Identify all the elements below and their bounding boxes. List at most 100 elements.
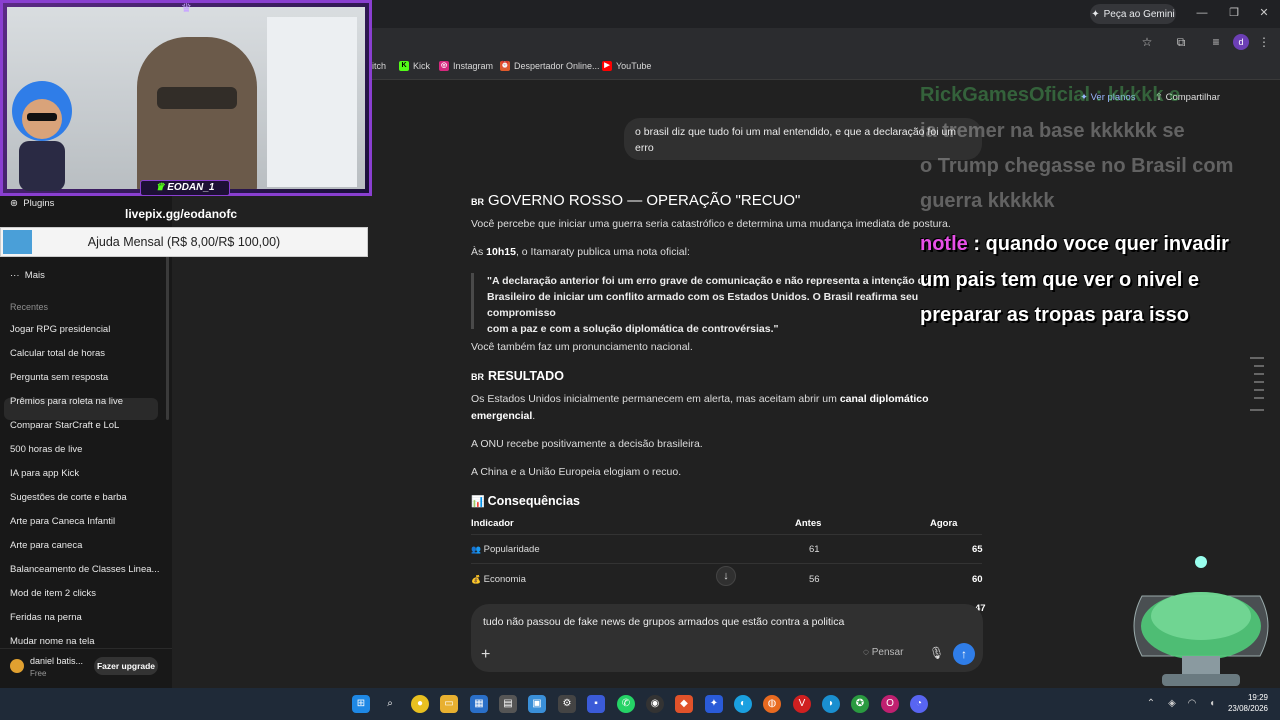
streamer-nameplate: ♛ EODAN_1: [140, 180, 230, 196]
minimize-icon[interactable]: —: [1194, 5, 1210, 21]
plus-icon[interactable]: +: [481, 646, 490, 664]
table-header-indicator: Indicador: [471, 518, 514, 529]
brave-icon[interactable]: ◆: [675, 695, 693, 713]
chat-username-faded: RickGamesOficial : kkkkk e: [920, 84, 1181, 106]
settings-icon[interactable]: ⚙: [558, 695, 576, 713]
account-area[interactable]: daniel batis... Free Fazer upgrade: [0, 648, 172, 688]
photos-icon[interactable]: ▦: [470, 695, 488, 713]
sidebar-item-recent[interactable]: Mudar nome na tela: [10, 636, 95, 647]
youtube-icon: ▶: [602, 61, 612, 71]
app-icon[interactable]: ✪: [851, 695, 869, 713]
bookmark-youtube[interactable]: ▶ YouTube: [602, 61, 651, 71]
sidebar-label: Plugins: [23, 198, 55, 209]
composer-input[interactable]: tudo não passou de fake news de grupos a…: [483, 616, 844, 628]
sidebar-item-recent[interactable]: Arte para Caneca Infantil: [10, 516, 115, 527]
sidebar-item-recent[interactable]: Mod de item 2 clicks: [10, 588, 96, 599]
table-divider: [471, 534, 982, 535]
people-icon: 👥: [471, 545, 481, 554]
chrome-icon[interactable]: ●: [411, 695, 429, 713]
send-arrow-icon[interactable]: ↑: [953, 643, 975, 665]
p2-time: 10h15: [486, 246, 516, 258]
bookmark-instagram[interactable]: ◎ Instagram: [439, 61, 493, 71]
sidebar-item-recent[interactable]: Comparar StarCraft e LoL: [10, 420, 119, 431]
bookmark-despertador[interactable]: ⏰ Despertador Online...: [500, 61, 600, 71]
bookmark-itch[interactable]: itch: [372, 61, 386, 71]
sidebar-item-recent[interactable]: Sugestões de corte e barba: [10, 492, 127, 503]
restore-icon[interactable]: ❐: [1226, 5, 1242, 21]
file-explorer-icon[interactable]: ▭: [440, 695, 458, 713]
table-cell-now: 65: [972, 544, 983, 555]
paragraph-1: Você percebe que iniciar uma guerra seri…: [471, 218, 951, 230]
windows-start-icon[interactable]: ⊞: [352, 695, 370, 713]
sidebar-item-recent[interactable]: Jogar RPG presidencial: [10, 324, 110, 335]
table-cell-now: 60: [972, 574, 983, 585]
p4-end: .: [532, 410, 536, 422]
wifi-icon[interactable]: ◠: [1183, 695, 1201, 713]
sidebar-item-recent[interactable]: Pergunta sem resposta: [10, 372, 108, 383]
extensions-icon[interactable]: ⧉: [1173, 34, 1189, 50]
table-cell-before: 61: [809, 544, 820, 555]
ask-gemini-button[interactable]: ✦ Peça ao Gemini: [1090, 4, 1176, 24]
media-controls-icon[interactable]: ≡: [1208, 34, 1224, 50]
heading-text: Consequências: [487, 494, 581, 508]
app-icon[interactable]: ◗: [822, 695, 840, 713]
search-icon[interactable]: ⌕: [381, 695, 399, 713]
glasses-shape: [157, 87, 237, 109]
chat-line: preparar as tropas para isso: [920, 304, 1190, 326]
sidebar-item-plugins[interactable]: ⊛ Plugins: [10, 198, 54, 209]
sidebar-item-recent[interactable]: Prêmios para roleta na live: [10, 396, 123, 407]
bookmark-kick[interactable]: K Kick: [399, 61, 430, 71]
sidebar-item-recent[interactable]: 500 horas de live: [10, 444, 82, 455]
opera-icon[interactable]: O: [881, 695, 899, 713]
vivaldi-icon[interactable]: V: [793, 695, 811, 713]
upgrade-button[interactable]: Fazer upgrade: [94, 657, 158, 675]
app-icon[interactable]: ▪: [587, 695, 605, 713]
chat-text: : quando voce quer invadir: [973, 233, 1229, 255]
sidebar-item-recent[interactable]: Arte para caneca: [10, 540, 82, 551]
sidebar-item-recent[interactable]: Calcular total de horas: [10, 348, 105, 359]
instagram-icon: ◎: [439, 61, 449, 71]
menu-kebab-icon[interactable]: ⋮: [1256, 34, 1272, 50]
chevron-up-icon[interactable]: ⌃: [1142, 695, 1160, 713]
sidebar-item-recent[interactable]: Balanceamento de Classes Linea...: [10, 564, 159, 575]
user-name: daniel batis...: [30, 656, 84, 666]
sidebar-scrollbar[interactable]: [166, 240, 169, 420]
user-plan: Free: [30, 669, 47, 678]
volume-icon[interactable]: ◖: [1203, 695, 1221, 713]
message-composer[interactable]: tudo não passou de fake news de grupos a…: [471, 604, 983, 672]
microphone-icon[interactable]: 🎙: [929, 646, 944, 660]
table-divider: [471, 563, 982, 564]
bookmark-label: YouTube: [616, 61, 652, 71]
obs-icon[interactable]: ◉: [646, 695, 664, 713]
app-icon[interactable]: ✦: [705, 695, 723, 713]
paragraph-4-line1: Os Estados Unidos inicialmente permanece…: [471, 393, 929, 405]
tray-icon[interactable]: ◈: [1163, 695, 1181, 713]
webcam-overlay: ♛: [0, 0, 372, 196]
star-icon[interactable]: ☆: [1139, 34, 1155, 50]
donation-goal-text: Ajuda Mensal (R$ 8,00/R$ 100,00): [87, 235, 281, 249]
discord-icon[interactable]: ◔: [910, 695, 928, 713]
sidebar-item-recent[interactable]: Feridas na perna: [10, 612, 82, 623]
calculator-icon[interactable]: ▤: [499, 695, 517, 713]
chart-icon: 📊: [471, 496, 485, 508]
sidebar-item-recent[interactable]: IA para app Kick: [10, 468, 79, 479]
whatsapp-icon[interactable]: ✆: [617, 695, 635, 713]
chat-line: um pais tem que ver o nivel e: [920, 269, 1199, 291]
table-cell-before: 56: [809, 574, 820, 585]
donation-goal-bar: Ajuda Mensal (R$ 8,00/R$ 100,00): [0, 227, 368, 257]
app-window-icon[interactable]: ▣: [528, 695, 546, 713]
scroll-down-arrow-icon[interactable]: ↓: [716, 566, 736, 586]
windows-taskbar: [0, 688, 1280, 720]
quote-line: "A declaração anterior foi um erro grave…: [487, 275, 931, 287]
firefox-icon[interactable]: ◍: [763, 695, 781, 713]
profile-avatar[interactable]: d: [1233, 34, 1249, 50]
official-note-quote: "A declaração anterior foi um erro grave…: [471, 273, 971, 335]
sidebar-item-more[interactable]: ··· Mais: [10, 270, 45, 281]
think-toggle[interactable]: ◌ Pensar: [863, 647, 903, 658]
conversation-minimap[interactable]: [1250, 356, 1264, 412]
close-icon[interactable]: ✕: [1256, 5, 1272, 21]
system-clock[interactable]: 19:29 23/08/2026: [1226, 692, 1268, 714]
streamer-name: EODAN_1: [167, 182, 215, 193]
edge-icon[interactable]: ◐: [734, 695, 752, 713]
p4-prefix: Os Estados Unidos inicialmente permanece…: [471, 393, 840, 405]
